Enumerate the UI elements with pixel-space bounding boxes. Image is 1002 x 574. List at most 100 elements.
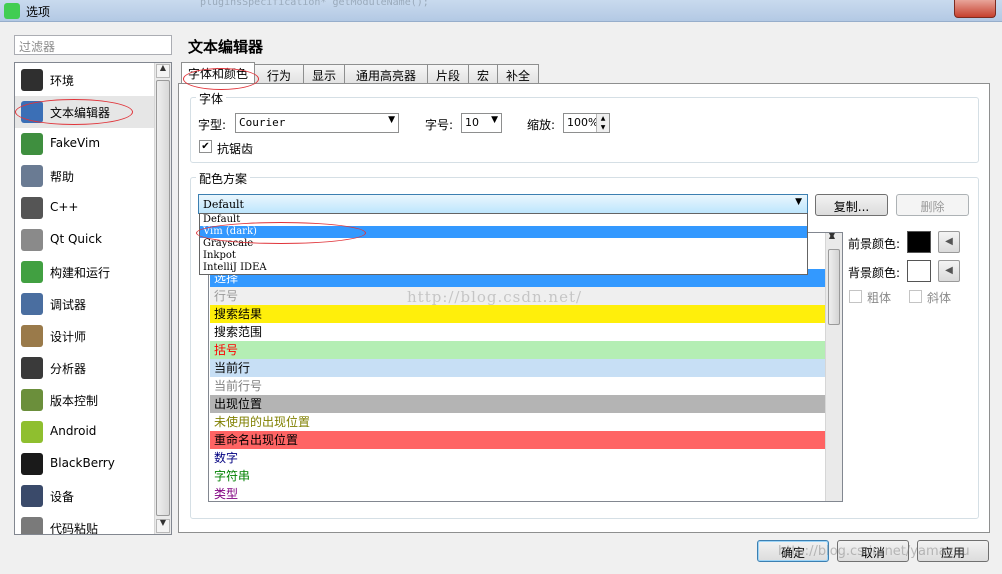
sidebar-item-label: C++: [50, 200, 79, 214]
color-scheme-option[interactable]: Inkpot: [200, 250, 807, 262]
sidebar-item[interactable]: Qt Quick: [15, 224, 155, 256]
foreground-color-swatch[interactable]: [907, 231, 931, 253]
device-icon: [21, 485, 43, 507]
antialias-checkbox[interactable]: ✔: [199, 140, 212, 153]
copy-scheme-button[interactable]: 复制...: [815, 194, 888, 216]
qt-app-icon: [4, 3, 20, 19]
sidebar-item[interactable]: 设备: [15, 480, 155, 512]
page-title: 文本编辑器: [188, 38, 264, 56]
help-icon: [21, 165, 43, 187]
chevron-down-icon: ▼: [388, 115, 395, 125]
reset-arrow-icon[interactable]: ◀: [938, 260, 960, 282]
delete-scheme-button[interactable]: 删除: [896, 194, 969, 216]
spin-arrows-icon[interactable]: ▲ ▼: [596, 114, 609, 132]
sidebar-item-label: 调试器: [50, 298, 87, 312]
scroll-up-button[interactable]: ▲: [156, 63, 170, 78]
annotation-ellipse-scheme: [196, 222, 366, 244]
tab[interactable]: 行为: [254, 64, 304, 83]
sidebar-item[interactable]: Android: [15, 416, 155, 448]
category-scrollbar[interactable]: ▲ ▼: [154, 63, 171, 534]
color-scheme-option[interactable]: IntelliJ IDEA: [200, 262, 807, 274]
sidebar-item[interactable]: 构建和运行: [15, 256, 155, 288]
sidebar-item[interactable]: 环境: [15, 64, 155, 96]
color-item-row[interactable]: 当前行号: [210, 377, 825, 395]
bold-checkbox[interactable]: [849, 290, 862, 303]
color-item-row[interactable]: 字符串: [210, 467, 825, 485]
font-family-label: 字型:: [198, 118, 227, 132]
background-color-swatch[interactable]: [907, 260, 931, 282]
scroll-thumb[interactable]: [828, 249, 840, 325]
sidebar-item-label: FakeVim: [50, 136, 101, 150]
color-item-row[interactable]: 重命名出现位置: [210, 431, 825, 449]
sidebar-item[interactable]: C++: [15, 192, 155, 224]
font-size-select[interactable]: 10 ▼: [461, 113, 502, 133]
color-item-row[interactable]: 出现位置: [210, 395, 825, 413]
zoom-spinbox[interactable]: 100% ▲ ▼: [563, 113, 610, 133]
sidebar-item-label: BlackBerry: [50, 456, 115, 470]
debugger-icon: [21, 293, 43, 315]
chevron-down-icon: ▼: [795, 197, 802, 207]
color-item-row[interactable]: 搜索范围: [210, 323, 825, 341]
annotation-ellipse-tab: [183, 68, 259, 90]
sidebar-item-label: Android: [50, 424, 97, 438]
monitor-icon: [21, 69, 43, 91]
color-item-row[interactable]: 搜索结果: [210, 305, 825, 323]
color-item-row[interactable]: 括号: [210, 341, 825, 359]
window-title: 选项: [26, 5, 51, 19]
sidebar-item-label: 设计师: [50, 330, 87, 344]
watermark-bottom-text: http://blog.csdn.net/yamazou: [778, 544, 970, 559]
analyzer-icon: [21, 357, 43, 379]
font-size-label: 字号:: [425, 118, 454, 132]
scroll-thumb[interactable]: [156, 80, 170, 516]
tab[interactable]: 补全: [497, 64, 539, 83]
zoom-label: 缩放:: [527, 118, 556, 132]
font-family-select[interactable]: Courier ▼: [235, 113, 399, 133]
annotation-ellipse-sidebar: [15, 99, 133, 125]
bold-label: 粗体: [867, 291, 892, 305]
reset-arrow-icon[interactable]: ◀: [938, 231, 960, 253]
sidebar-item-label: 设备: [50, 490, 75, 504]
italic-checkbox[interactable]: [909, 290, 922, 303]
version-control-icon: [21, 389, 43, 411]
tab[interactable]: 宏: [468, 64, 498, 83]
sidebar-item[interactable]: FakeVim: [15, 128, 155, 160]
sidebar-item-label: 构建和运行: [50, 266, 111, 280]
tab[interactable]: 片段: [427, 64, 469, 83]
tab[interactable]: 显示: [303, 64, 345, 83]
sidebar-item-label: 版本控制: [50, 394, 99, 408]
background-color-label: 背景颜色:: [848, 266, 901, 280]
font-group-title: 字体: [196, 90, 227, 107]
color-scheme-group-title: 配色方案: [196, 170, 251, 187]
color-item-row[interactable]: 数字: [210, 449, 825, 467]
sidebar-item[interactable]: 版本控制: [15, 384, 155, 416]
color-item-row[interactable]: 当前行: [210, 359, 825, 377]
build-run-icon: [21, 261, 43, 283]
sidebar-item[interactable]: 代码粘贴: [15, 512, 155, 534]
category-list[interactable]: 代码粘贴 设备 BlackBerry Android 版本控制 分析器 设计师 调试器 构建和运…: [14, 62, 172, 535]
color-item-row[interactable]: 未使用的出现位置: [210, 413, 825, 431]
sidebar-item[interactable]: 帮助: [15, 160, 155, 192]
color-scheme-value: Default: [203, 198, 244, 211]
color-item-row[interactable]: 类型: [210, 485, 825, 501]
sidebar-item[interactable]: BlackBerry: [15, 448, 155, 480]
filter-input[interactable]: 过滤器: [14, 35, 172, 55]
sidebar-item-label: 分析器: [50, 362, 87, 376]
window-close-button[interactable]: [954, 0, 996, 18]
zoom-value: 100%: [567, 116, 599, 129]
background-code-text: pluginsSpecification* getModuleName();: [200, 0, 429, 8]
sidebar-item[interactable]: 设计师: [15, 320, 155, 352]
tab[interactable]: 通用高亮器: [344, 64, 428, 83]
sidebar-item-label: Qt Quick: [50, 232, 102, 246]
font-family-value: Courier: [239, 116, 286, 129]
fakevim-icon: [21, 133, 43, 155]
scroll-down-button[interactable]: ▼: [156, 518, 170, 533]
sidebar-item[interactable]: 分析器: [15, 352, 155, 384]
foreground-color-label: 前景颜色:: [848, 237, 901, 251]
designer-icon: [21, 325, 43, 347]
color-scheme-select[interactable]: Default ▼: [198, 194, 808, 214]
sidebar-item-label: 环境: [50, 74, 75, 88]
sidebar-item[interactable]: 调试器: [15, 288, 155, 320]
chevron-down-icon: ▼: [491, 115, 498, 125]
blackberry-icon: [21, 453, 43, 475]
color-list-scrollbar[interactable]: ▲ ▼: [825, 233, 842, 501]
